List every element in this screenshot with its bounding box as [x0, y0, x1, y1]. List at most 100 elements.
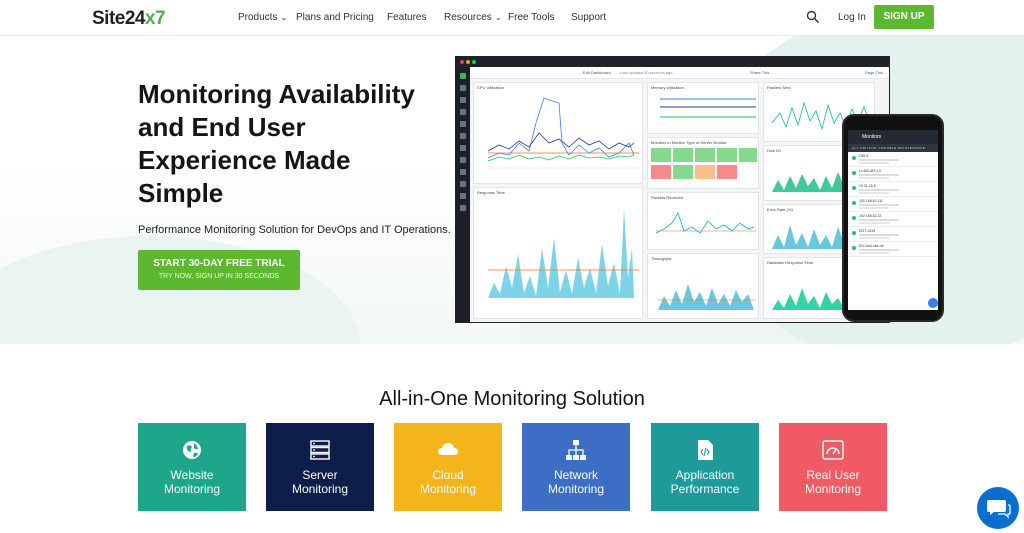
phone-tabs: ALL CRITICAL TROUBLE MAINTENANCE	[848, 144, 938, 152]
site24x7-logo[interactable]: Site24x7	[92, 8, 166, 30]
row-line	[859, 252, 889, 254]
card-label-line2: Monitoring	[804, 482, 862, 496]
card-label: Cloud Monitoring	[394, 468, 502, 496]
response-time-panel: Response Time	[473, 187, 643, 319]
signup-button[interactable]: SIGN UP	[874, 5, 934, 29]
memory-line-chart	[660, 98, 756, 118]
status-dot	[852, 171, 856, 175]
row-line	[859, 192, 889, 194]
window-dot	[472, 60, 476, 64]
status-dot	[852, 186, 856, 190]
logo-accent-text: x7	[144, 8, 166, 29]
window-titlebar	[456, 57, 889, 67]
real-user-monitoring-card[interactable]: Real User Monitoring	[779, 423, 887, 511]
card-label-line1: Application	[675, 468, 735, 482]
dashboard-sidebar	[456, 67, 470, 322]
sidebar-icon	[460, 73, 466, 79]
nav-features[interactable]: Features	[387, 12, 426, 23]
sidebar-icon	[460, 193, 466, 199]
sidebar-icon	[460, 157, 466, 163]
card-label: Network Monitoring	[522, 468, 630, 496]
nav-support[interactable]: Support	[571, 12, 606, 23]
edit-dashboard-text: Edit Dashboard	[583, 70, 611, 75]
server-monitoring-card[interactable]: Server Monitoring	[266, 423, 374, 511]
monitors-status-panel: Monitors in Monitor Type of Server Monit…	[647, 137, 759, 189]
card-label-line1: Network	[553, 468, 598, 482]
logo-main-text: Site24	[92, 8, 145, 29]
list-item: ODC1	[848, 152, 938, 167]
window-dot	[460, 60, 464, 64]
monitor-name: Lv-DB-API-13	[859, 169, 881, 173]
chevron-down-icon: ⌄	[494, 13, 502, 22]
website-monitoring-card[interactable]: Website Monitoring	[138, 423, 246, 511]
nav-plans-pricing[interactable]: Plans and Pricing	[296, 12, 374, 23]
card-label-line2: Monitoring	[419, 482, 477, 496]
network-monitoring-card[interactable]: Network Monitoring	[522, 423, 630, 511]
free-trial-sublabel: TRY NOW, SIGN UP IN 30 SECONDS	[158, 273, 280, 280]
card-label-line1: Website	[170, 468, 214, 482]
list-item: 192.168.62.111	[848, 197, 938, 212]
card-label: Application Performance	[651, 468, 759, 496]
list-item: IDC-tool-site-mt	[848, 242, 938, 257]
sidebar-icon	[460, 205, 466, 211]
monitor-name: 10.31.15.8	[859, 184, 876, 188]
packets-received-chart	[655, 212, 756, 234]
row-line	[859, 237, 889, 239]
login-link[interactable]: Log In	[838, 12, 866, 23]
card-label-line2: Monitoring	[291, 482, 349, 496]
row-line	[859, 219, 899, 221]
window-dot	[466, 60, 470, 64]
phone-screen: Monitors ALL CRITICAL TROUBLE MAINTENANC…	[848, 130, 938, 310]
chevron-down-icon: ⌄	[280, 13, 288, 22]
row-line	[859, 159, 899, 161]
nav-products-label: Products	[238, 12, 278, 23]
throughput-panel: Throughput	[647, 253, 759, 319]
sidebar-icon	[460, 169, 466, 175]
row-line	[859, 234, 899, 236]
cloud-monitoring-card[interactable]: Cloud Monitoring	[394, 423, 502, 511]
list-item: 192.168.61.22	[848, 212, 938, 227]
card-label-line2: Monitoring	[163, 482, 221, 496]
status-dot	[852, 201, 856, 205]
status-dot	[852, 246, 856, 250]
monitor-name: DOT-1349	[859, 229, 876, 233]
nav-resources[interactable]: Resources ⌄	[444, 12, 502, 23]
sidebar-icon	[460, 121, 466, 127]
sidebar-icon	[460, 109, 466, 115]
free-trial-button[interactable]: START 30-DAY FREE TRIAL TRY NOW, SIGN UP…	[138, 250, 300, 290]
hero-headline: Monitoring Availability and End User Exp…	[138, 79, 415, 208]
sidebar-icon	[460, 181, 466, 187]
nav-support-label: Support	[571, 12, 607, 23]
cpu-line-chart	[487, 97, 639, 169]
status-dot	[852, 156, 856, 160]
chat-widget-button[interactable]	[977, 487, 1019, 529]
row-line	[859, 222, 889, 224]
list-item: 10.31.15.8	[848, 182, 938, 197]
response-time-chart	[488, 208, 639, 298]
row-line	[859, 207, 889, 209]
monitor-status-grid	[651, 148, 757, 179]
nav-products[interactable]: Products ⌄	[238, 12, 287, 23]
row-line	[859, 174, 899, 176]
search-icon[interactable]	[806, 10, 820, 24]
card-label-line1: Real User	[806, 468, 860, 482]
status-dot	[852, 231, 856, 235]
memory-utilization-panel: Memory Utilization	[647, 82, 759, 134]
globe-icon	[183, 441, 201, 459]
share-text: Share This	[750, 70, 770, 75]
mobile-app-mockup: Monitors ALL CRITICAL TROUBLE MAINTENANC…	[842, 114, 944, 322]
sidebar-icon	[460, 133, 466, 139]
status-dot	[852, 216, 856, 220]
list-item: DOT-1349	[848, 227, 938, 242]
packets-received-panel: Packets Received	[647, 192, 759, 250]
phone-header: Monitors	[848, 130, 938, 144]
application-performance-card[interactable]: Application Performance	[651, 423, 759, 511]
row-line	[859, 249, 899, 251]
section-title: All-in-One Monitoring Solution	[379, 388, 645, 410]
row-line	[859, 204, 899, 206]
card-label-line2: Monitoring	[547, 482, 605, 496]
nav-free-tools[interactable]: Free Tools	[508, 12, 555, 23]
sidebar-icon	[460, 85, 466, 91]
dashboard-toolbar: Edit Dashboard Last updated 40 seconds a…	[470, 67, 889, 79]
monitor-name: 192.168.61.22	[859, 214, 882, 218]
